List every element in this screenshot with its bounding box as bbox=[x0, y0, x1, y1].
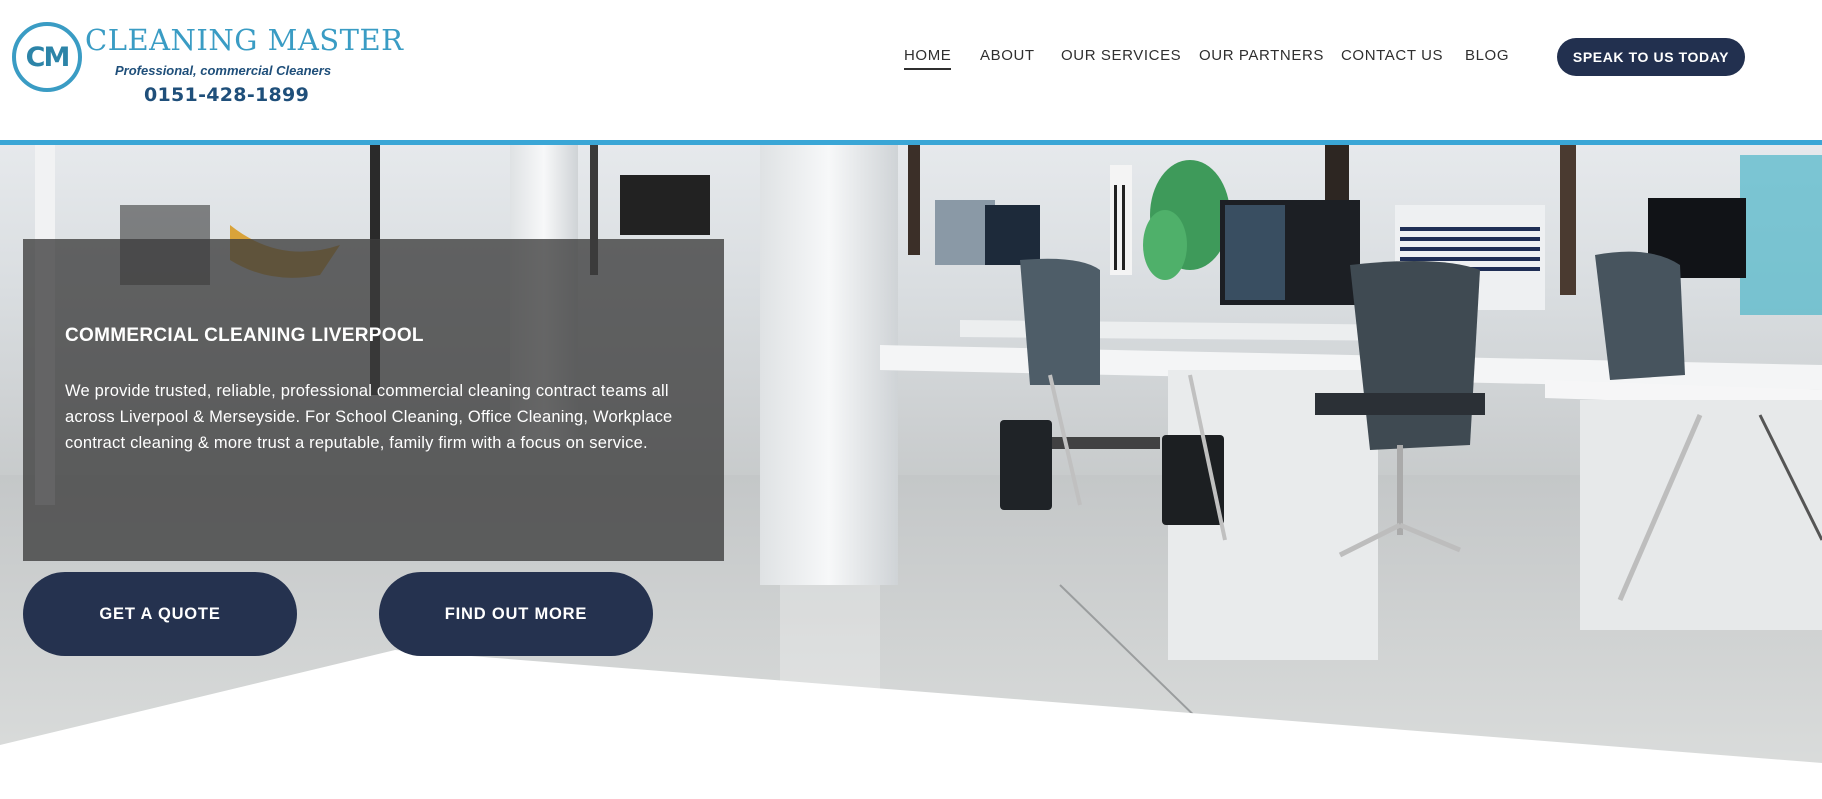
logo-brand-name: CLEANING MASTER bbox=[85, 23, 404, 57]
logo-phone-number[interactable]: 0151-428-1899 bbox=[144, 84, 309, 106]
hero-section: COMMERCIAL CLEANING LIVERPOOL We provide… bbox=[0, 145, 1822, 799]
nav-item-about[interactable]: ABOUT bbox=[980, 47, 1035, 68]
site-header: CM CLEANING MASTER Professional, commerc… bbox=[0, 0, 1822, 140]
nav-item-home[interactable]: HOME bbox=[904, 47, 952, 70]
nav-item-blog[interactable]: BLOG bbox=[1465, 47, 1509, 68]
nav-item-our-partners[interactable]: OUR PARTNERS bbox=[1199, 47, 1324, 68]
nav-item-our-services[interactable]: OUR SERVICES bbox=[1061, 47, 1181, 68]
logo[interactable]: CM CLEANING MASTER Professional, commerc… bbox=[10, 20, 403, 110]
get-a-quote-button[interactable]: GET A QUOTE bbox=[23, 572, 297, 656]
hero-description: We provide trusted, reliable, profession… bbox=[65, 382, 673, 452]
nav-item-contact-us[interactable]: CONTACT US bbox=[1341, 47, 1443, 68]
hero-text-overlay: COMMERCIAL CLEANING LIVERPOOL We provide… bbox=[23, 239, 724, 561]
find-out-more-button[interactable]: FIND OUT MORE bbox=[379, 572, 653, 656]
logo-tagline: Professional, commercial Cleaners bbox=[115, 63, 332, 78]
speak-to-us-button[interactable]: SPEAK TO US TODAY bbox=[1557, 38, 1745, 76]
hero-title: COMMERCIAL CLEANING LIVERPOOL bbox=[65, 325, 424, 346]
logo-monogram-icon: CM bbox=[12, 22, 82, 92]
